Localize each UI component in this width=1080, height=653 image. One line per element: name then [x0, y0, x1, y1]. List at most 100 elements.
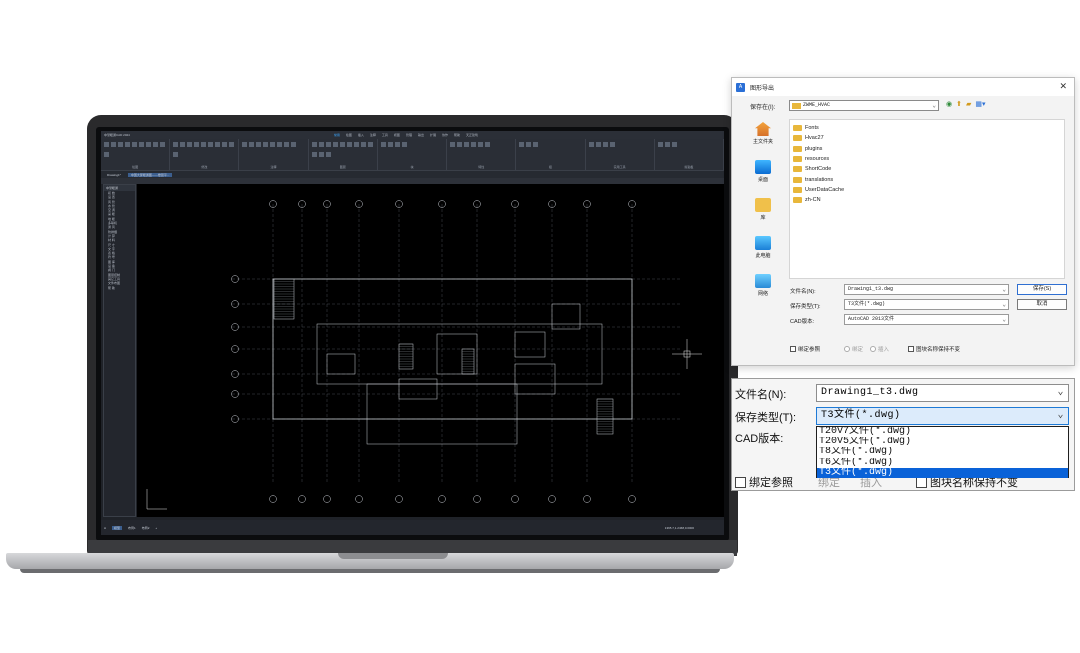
- menu-item[interactable]: 工具: [382, 133, 388, 137]
- plan-line: [548, 495, 556, 503]
- ribbon-group[interactable]: 特性: [447, 139, 517, 170]
- desktop-icon: [755, 160, 771, 174]
- view-menu-icon[interactable]: ▦▾: [975, 100, 985, 108]
- plan-line: [473, 495, 481, 503]
- menu-item[interactable]: 协作: [442, 133, 448, 137]
- cad-version-label: CAD版本:: [790, 319, 815, 325]
- doc-tab-active[interactable]: 中国大厦暖通图——楼层平...: [127, 172, 173, 177]
- place-label: 库: [760, 215, 766, 221]
- place-label: 桌面: [757, 177, 768, 183]
- back-icon[interactable]: ◉: [946, 100, 952, 108]
- floor-plan-drawing: [146, 200, 702, 510]
- list-item[interactable]: ShortCode: [790, 164, 1064, 174]
- menu-item[interactable]: 天正建筑: [466, 133, 478, 137]
- menu-item[interactable]: 视图: [394, 133, 400, 137]
- status-tab[interactable]: A: [104, 526, 106, 530]
- up-folder-icon[interactable]: ⬆: [956, 100, 962, 108]
- ribbon-group[interactable]: 块: [378, 139, 448, 170]
- plan-line: [514, 363, 556, 395]
- place-label: 此电脑: [755, 253, 771, 259]
- left-panel-item[interactable]: 帮 助: [104, 286, 135, 290]
- dropdown-option[interactable]: T20V7文件(*.dwg): [817, 427, 1068, 437]
- folder-icon: [793, 156, 802, 163]
- keep-block-name-checkbox[interactable]: 图块名称保持不变: [908, 345, 960, 353]
- place-home[interactable]: 主文件夹: [742, 122, 784, 158]
- laptop-notch: [338, 553, 448, 559]
- zoom-filetype-label: 保存类型(T):: [735, 412, 797, 424]
- plan-line: [269, 495, 277, 503]
- ribbon-group[interactable]: 注释: [239, 139, 309, 170]
- dropdown-option[interactable]: T6文件(*.dwg): [817, 458, 1068, 468]
- folder-icon: [793, 197, 802, 204]
- ribbon-group[interactable]: 剪贴板: [655, 139, 724, 170]
- place-network[interactable]: 网络: [742, 274, 784, 310]
- filename-input[interactable]: Drawing1_t3.dwg ⌄: [844, 284, 1009, 295]
- cad-app-title: 中望暖通CAD 2024: [104, 133, 130, 137]
- zoom-filetype-select[interactable]: T3文件(*.dwg) ⌄: [816, 407, 1069, 425]
- filetype-select[interactable]: T3文件(*.dwg) ⌄: [844, 299, 1009, 310]
- ribbon-group[interactable]: 绘图: [101, 139, 171, 170]
- zoom-bind-ref-checkbox[interactable]: 绑定参照: [735, 474, 793, 490]
- folder-icon: [793, 166, 802, 173]
- menu-item[interactable]: 输出: [418, 133, 424, 137]
- doc-tab[interactable]: Drawing1*: [104, 173, 124, 177]
- drawing-canvas[interactable]: [137, 184, 724, 517]
- list-item[interactable]: Fonts: [790, 123, 1064, 133]
- chevron-down-icon: ⌄: [932, 102, 936, 109]
- plan-line: [323, 495, 331, 503]
- save-in-select[interactable]: ZWME_HVAC ⌄: [789, 100, 939, 111]
- chevron-down-icon: ⌄: [1002, 316, 1006, 323]
- ribbon-group[interactable]: 图层: [309, 139, 378, 170]
- plan-line: [326, 353, 356, 375]
- dropdown-option[interactable]: T8文件(*.dwg): [817, 447, 1068, 457]
- bind-radio[interactable]: 绑定: [844, 345, 863, 353]
- cad-version-select[interactable]: AutoCAD 2013文件 ⌄: [844, 314, 1009, 325]
- list-item[interactable]: Hvac27: [790, 133, 1064, 143]
- save-button[interactable]: 保存(S): [1017, 284, 1067, 295]
- menu-item[interactable]: 插入: [358, 133, 364, 137]
- list-item[interactable]: plugins: [790, 144, 1064, 154]
- add-layout-icon[interactable]: +: [155, 526, 157, 530]
- ribbon-group[interactable]: 组: [516, 139, 586, 170]
- computer-icon: [755, 236, 771, 250]
- save-in-value: ZWME_HVAC: [803, 102, 831, 108]
- place-desktop[interactable]: 桌面: [742, 160, 784, 196]
- new-folder-icon[interactable]: ▰: [966, 100, 971, 108]
- plan-line: [298, 495, 306, 503]
- place-library[interactable]: 库: [742, 198, 784, 234]
- folder-icon: [793, 135, 802, 142]
- insert-radio[interactable]: 插入: [870, 345, 889, 353]
- zoom-filename-value: Drawing1_t3.dwg: [821, 387, 919, 398]
- ribbon-group[interactable]: 实用工具: [586, 139, 655, 170]
- plan-line: [355, 495, 363, 503]
- menu-item[interactable]: 常用: [334, 133, 340, 137]
- dropdown-option-selected[interactable]: T3文件(*.dwg): [817, 467, 1068, 478]
- plan-line: [551, 303, 581, 330]
- plan-line: [438, 495, 446, 503]
- menu-item[interactable]: 扩展: [430, 133, 436, 137]
- menu-item[interactable]: 绘图: [346, 133, 352, 137]
- list-item[interactable]: zh-CN: [790, 195, 1064, 205]
- list-item[interactable]: UserDataCache: [790, 185, 1064, 195]
- dropdown-option[interactable]: T20V5文件(*.dwg): [817, 437, 1068, 447]
- place-this-pc[interactable]: 此电脑: [742, 236, 784, 272]
- export-dialog: A 图形导出 ✕ 保存在(I): ZWME_HVAC ⌄ ◉ ⬆ ▰ ▦▾ 主文…: [731, 77, 1075, 366]
- status-tab[interactable]: 布局1: [128, 526, 136, 530]
- cancel-button[interactable]: 取消: [1017, 299, 1067, 310]
- plan-line: [511, 495, 519, 503]
- list-item[interactable]: resources: [790, 154, 1064, 164]
- status-tab[interactable]: 布局2: [142, 526, 150, 530]
- menu-item[interactable]: 管理: [406, 133, 412, 137]
- menu-item[interactable]: 注释: [370, 133, 376, 137]
- bind-ref-checkbox[interactable]: 绑定参照: [790, 345, 820, 353]
- list-item[interactable]: translations: [790, 174, 1064, 184]
- status-tab-model[interactable]: 模型: [112, 525, 123, 530]
- menu-item[interactable]: 帮助: [454, 133, 460, 137]
- close-icon[interactable]: ✕: [1059, 81, 1067, 92]
- chevron-down-icon: ⌄: [1002, 301, 1006, 308]
- filename-label: 文件名(N):: [790, 289, 816, 295]
- ribbon-group[interactable]: 修改: [170, 139, 240, 170]
- zoom-filename-input[interactable]: Drawing1_t3.dwg ⌄: [816, 384, 1069, 402]
- cad-titlebar: 中望暖通CAD 2024 常用 绘图 插入 注释 工具 视图 管理 输出 扩展 …: [101, 131, 724, 139]
- zoom-cad-version-label: CAD版本:: [735, 433, 784, 445]
